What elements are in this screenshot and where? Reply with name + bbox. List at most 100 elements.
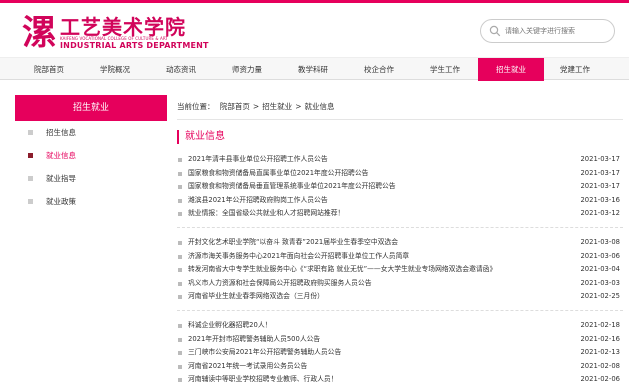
news-item[interactable]: 三门峡市公安局2021年公开招聘警务辅助人员公告 2021-02-13 xyxy=(177,346,623,360)
news-item[interactable]: 潍滨县2021年公开招聘政府购岗工作人员公告 2021-03-16 xyxy=(177,194,623,208)
nav-item[interactable]: 招生就业 xyxy=(478,58,544,81)
news-title[interactable]: 河南省2021年统一考试录用公务员公告 xyxy=(188,360,307,374)
news-item[interactable]: 2021年清丰县事业单位公开招聘工作人员公告 2021-03-17 xyxy=(177,153,623,167)
breadcrumb-separator: > xyxy=(295,102,302,111)
nav-item[interactable]: 校企合作 xyxy=(355,58,403,81)
breadcrumb-link[interactable]: 招生就业 xyxy=(262,102,292,111)
news-date: 2021-02-25 xyxy=(580,292,620,301)
sidebar-item[interactable]: 就业指导 xyxy=(15,167,167,190)
bullet-icon xyxy=(178,254,182,259)
news-title[interactable]: 2021年清丰县事业单位公开招聘工作人员公告 xyxy=(188,153,328,167)
bullet-icon xyxy=(178,324,182,328)
breadcrumb-prefix: 当前位置： xyxy=(177,102,215,111)
news-item[interactable]: 科诚企业孵化器招聘20人！ 2021-02-18 xyxy=(177,319,623,333)
nav-item[interactable]: 党建工作 xyxy=(551,58,599,81)
news-date: 2021-03-16 xyxy=(580,195,620,204)
nav-item[interactable]: 学院概况 xyxy=(91,58,139,81)
group-divider xyxy=(177,227,623,228)
bullet-icon xyxy=(178,185,182,190)
bullet-icon xyxy=(178,212,182,217)
nav-item[interactable]: 院部首页 xyxy=(25,58,73,81)
bullet-icon xyxy=(178,281,182,286)
bullet-icon xyxy=(178,351,182,356)
bullet-icon xyxy=(178,268,182,273)
sidebar-item[interactable]: 就业政策 xyxy=(15,190,167,213)
logo-english-name: INDUSTRIAL ARTS DEPARTMENT xyxy=(60,41,209,50)
news-item[interactable]: 开封文化艺术职业学院“以奋斗 致青春”2021届毕业生春季空中双选会 2021-0… xyxy=(177,236,623,250)
nav-item[interactable]: 师资力量 xyxy=(223,58,271,81)
sidebar-title: 招生就业 xyxy=(15,95,167,121)
main-nav: 院部首页 学院概况 动态资讯 师资力量 教学科研 校企合作 学生工作 招生就业 党建工作 xyxy=(0,57,629,81)
news-title[interactable]: 转发河南省大中专学生就业服务中心《“求职有路 就业无忧”——女大学生就业专场网络… xyxy=(188,263,496,277)
sidebar-item[interactable]: 就业信息 xyxy=(15,144,167,167)
sidebar-item-label: 就业信息 xyxy=(46,151,76,160)
sidebar: 招生就业 招生信息就业信息就业指导就业政策 xyxy=(15,95,167,213)
news-item[interactable]: 河南辅读中等职业学校招聘专业教师、行政人员！ 2021-02-06 xyxy=(177,373,623,387)
news-item[interactable]: 国家粮食和物资储备局直属事业单位2021年度公开招聘公告 2021-03-17 xyxy=(177,167,623,181)
bullet-icon xyxy=(178,295,182,300)
group-divider xyxy=(177,310,623,311)
news-item[interactable]: 济源市海关事务服务中心2021年面向社会公开招聘事业单位工作人员简章 2021-0… xyxy=(177,250,623,264)
header: 漯 工艺美术学院 KAIFENG VOCATIONAL COLLEGE OF C… xyxy=(0,3,629,55)
breadcrumb: 当前位置： 院部首页 > 招生就业 > 就业信息 xyxy=(177,101,337,112)
news-title[interactable]: 潍滨县2021年公开招聘政府购岗工作人员公告 xyxy=(188,194,328,208)
logo[interactable]: 漯 工艺美术学院 KAIFENG VOCATIONAL COLLEGE OF C… xyxy=(20,11,209,53)
news-item[interactable]: 2021年开封市招聘警务辅助人员500人公告 2021-02-16 xyxy=(177,333,623,347)
news-list: 开封文化艺术职业学院“以奋斗 致青春”2021届毕业生春季空中双选会 2021-0… xyxy=(177,236,623,304)
bullet-icon xyxy=(178,364,182,369)
logo-mark-icon: 漯 xyxy=(21,13,57,51)
breadcrumb-link[interactable]: 院部首页 xyxy=(220,102,250,111)
bullet-icon xyxy=(178,378,182,383)
nav-item[interactable]: 动态资讯 xyxy=(157,58,205,81)
nav-item[interactable]: 学生工作 xyxy=(421,58,469,81)
news-date: 2021-02-16 xyxy=(580,334,620,343)
square-bullet-icon xyxy=(28,176,33,181)
sidebar-item-label: 就业指导 xyxy=(46,174,76,183)
news-item[interactable]: 河南省毕业生就业春季网络双选会（三月份） 2021-02-25 xyxy=(177,290,623,304)
news-date: 2021-03-17 xyxy=(580,155,620,163)
news-item[interactable]: 就业情报：全国省级公共就业和人才招聘网站推荐！ 2021-03-12 xyxy=(177,207,623,221)
news-date: 2021-03-08 xyxy=(580,238,620,246)
news-title[interactable]: 科诚企业孵化器招聘20人！ xyxy=(188,319,271,333)
news-title[interactable]: 河南省毕业生就业春季网络双选会（三月份） xyxy=(188,290,324,304)
news-title[interactable]: 开封文化艺术职业学院“以奋斗 致青春”2021届毕业生春季空中双选会 xyxy=(188,236,398,250)
bullet-icon xyxy=(178,158,182,162)
search-box[interactable] xyxy=(480,19,615,43)
bullet-icon xyxy=(178,171,182,176)
sidebar-item-label: 招生信息 xyxy=(46,128,76,137)
sidebar-item[interactable]: 招生信息 xyxy=(15,121,167,144)
news-list: 2021年清丰县事业单位公开招聘工作人员公告 2021-03-17 国家粮食和物资储… xyxy=(177,153,623,221)
news-date: 2021-02-06 xyxy=(580,375,620,384)
news-date: 2021-02-13 xyxy=(580,348,620,357)
square-bullet-icon xyxy=(28,153,33,158)
news-date: 2021-03-17 xyxy=(580,168,620,177)
news-title[interactable]: 国家粮食和物资储备局垂直管理系统事业单位2021年度公开招聘公告 xyxy=(188,180,396,194)
news-title[interactable]: 河南辅读中等职业学校招聘专业教师、行政人员！ xyxy=(188,373,338,387)
sidebar-item-label: 就业政策 xyxy=(46,197,76,206)
news-date: 2021-03-03 xyxy=(580,278,620,287)
news-item[interactable]: 巩义市人力资源和社会保障局公开招聘政府购买服务人员公告 2021-03-03 xyxy=(177,277,623,291)
news-title[interactable]: 2021年开封市招聘警务辅助人员500人公告 xyxy=(188,333,320,347)
news-title[interactable]: 三门峡市公安局2021年公开招聘警务辅助人员公告 xyxy=(188,346,341,360)
news-item[interactable]: 河南省2021年统一考试录用公务员公告 2021-02-08 xyxy=(177,360,623,374)
nav-item[interactable]: 教学科研 xyxy=(289,58,337,81)
news-title[interactable]: 国家粮食和物资储备局直属事业单位2021年度公开招聘公告 xyxy=(188,167,368,181)
bullet-icon xyxy=(178,198,182,203)
news-title[interactable]: 就业情报：全国省级公共就业和人才招聘网站推荐！ xyxy=(188,207,344,221)
news-date: 2021-03-04 xyxy=(580,265,620,274)
news-title[interactable]: 巩义市人力资源和社会保障局公开招聘政府购买服务人员公告 xyxy=(188,277,372,291)
news-title[interactable]: 济源市海关事务服务中心2021年面向社会公开招聘事业单位工作人员简章 xyxy=(188,250,409,264)
breadcrumb-link[interactable]: 就业信息 xyxy=(304,102,334,111)
search-input[interactable] xyxy=(505,23,610,39)
news-item[interactable]: 国家粮食和物资储备局垂直管理系统事业单位2021年度公开招聘公告 2021-03-… xyxy=(177,180,623,194)
breadcrumb-separator: > xyxy=(252,102,260,111)
section-title: 就业信息 xyxy=(177,130,225,144)
news-item[interactable]: 转发河南省大中专学生就业服务中心《“求职有路 就业无忧”——女大学生就业专场网络… xyxy=(177,263,623,277)
square-bullet-icon xyxy=(28,199,33,204)
news-list: 科诚企业孵化器招聘20人！ 2021-02-18 2021年开封市招聘警务辅助人员5… xyxy=(177,319,623,387)
square-bullet-icon xyxy=(28,130,33,135)
search-icon[interactable] xyxy=(489,25,501,37)
bullet-icon xyxy=(178,241,182,245)
bullet-icon xyxy=(178,337,182,342)
news-date: 2021-02-18 xyxy=(580,321,620,329)
